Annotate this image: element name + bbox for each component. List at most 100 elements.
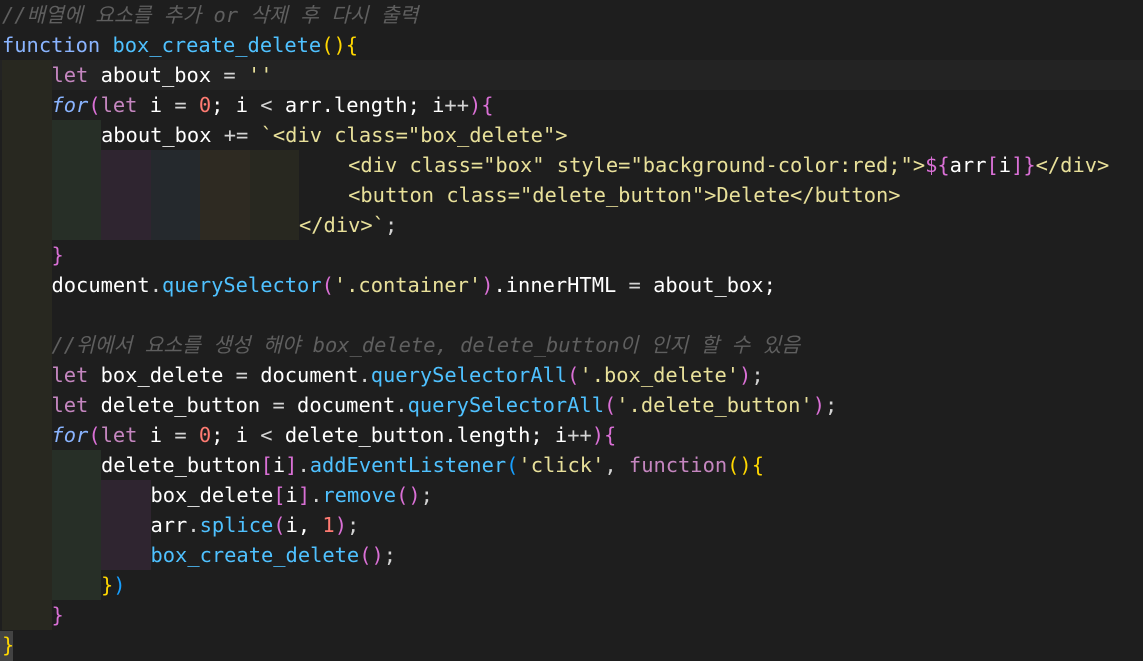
code-line[interactable]: //배열에 요소를 추가 or 삭제 후 다시 출력: [0, 0, 1143, 30]
indent-guide: [101, 510, 151, 540]
code-line[interactable]: //위에서 요소를 생성 해야 box_delete, delete_butto…: [0, 330, 1143, 360]
indent-guide: [2, 90, 52, 120]
code-token-function: splice: [199, 513, 274, 537]
code-token-function: querySelectorAll: [370, 363, 568, 387]
code-line[interactable]: </div>`;: [0, 210, 1143, 240]
code-text: box_delete[i].remove();: [151, 480, 433, 510]
code-line[interactable]: let about_box = '': [0, 60, 1143, 90]
indent-guide: [2, 210, 52, 240]
code-token-bracket-yellow: }: [101, 573, 114, 597]
code-token-bracket-purple: ): [334, 513, 347, 537]
indent-guide: [249, 180, 299, 210]
indent-guide: [2, 300, 52, 330]
code-token-control: for: [51, 93, 89, 117]
code-token-plain: ;: [383, 543, 397, 567]
code-line[interactable]: box_create_delete();: [0, 540, 1143, 570]
code-line[interactable]: <button class="delete_button">Delete</bu…: [0, 180, 1143, 210]
code-token-variable: ; i: [211, 93, 261, 117]
code-line[interactable]: about_box += `<div class="box_delete">: [0, 120, 1143, 150]
indent-guide: [2, 150, 52, 180]
code-token-bracket-purple: (: [321, 273, 334, 297]
code-text: let delete_button = document.querySelect…: [52, 390, 838, 420]
code-token-bracket-purple: (: [88, 93, 101, 117]
code-token-keyword: let: [51, 393, 89, 417]
code-line[interactable]: function box_create_delete(){: [0, 30, 1143, 60]
code-token-string: '': [247, 63, 273, 87]
code-text: }: [2, 630, 14, 660]
indent-guide: [2, 390, 52, 420]
code-token-bracket-purple: ): [468, 93, 482, 117]
code-token-variable: delete_button: [101, 453, 261, 477]
code-line[interactable]: delete_button[i].addEventListener('click…: [0, 450, 1143, 480]
code-token-variable: delete_button: [88, 393, 273, 417]
code-line[interactable]: }: [0, 240, 1143, 270]
code-token-bracket-blue: (: [506, 453, 519, 477]
indent-guide: [51, 180, 101, 210]
code-token-variable: i: [285, 483, 298, 507]
indent-guide: [150, 150, 200, 180]
indent-guide: [2, 600, 52, 630]
indent-guide: [51, 210, 101, 240]
code-token-plain: .: [310, 483, 323, 507]
code-text: let about_box = '': [52, 60, 273, 90]
code-token-keyword: function: [628, 453, 728, 477]
indent-guide: [51, 480, 101, 510]
code-token-control: function: [2, 33, 101, 57]
code-token-bracket-purple: ]: [1011, 153, 1024, 177]
code-line[interactable]: let box_delete = document.querySelectorA…: [0, 360, 1143, 390]
code-token-number: 0: [198, 93, 212, 117]
indent-guide: [2, 270, 52, 300]
code-token-variable: i: [272, 453, 286, 477]
code-token-bracket-blue: ): [113, 573, 126, 597]
indent-guide: [101, 540, 151, 570]
code-token-bracket-yellow: {: [345, 33, 359, 57]
code-token-function: box_create_delete: [112, 33, 322, 57]
code-token-control: for: [51, 423, 89, 447]
indent-guide: [2, 450, 52, 480]
code-line[interactable]: [0, 300, 1143, 330]
indent-guide: [51, 510, 101, 540]
code-token-function: box_create_delete: [150, 543, 360, 567]
code-token-plain: +=: [223, 123, 249, 147]
code-token-variable: arr.length; i: [272, 93, 445, 117]
code-line[interactable]: }: [0, 600, 1143, 630]
indent-guide: [2, 540, 52, 570]
code-token-bracket-purple: ): [591, 423, 605, 447]
code-line[interactable]: <div class="box" style="background-color…: [0, 150, 1143, 180]
code-line[interactable]: for(let i = 0; i < delete_button.length;…: [0, 420, 1143, 450]
code-token-number: 1: [322, 513, 335, 537]
indent-guide: [2, 420, 52, 450]
code-token-string: 'click': [518, 453, 605, 477]
code-line[interactable]: for(let i = 0; i < arr.length; i++){: [0, 90, 1143, 120]
code-token-plain: .: [395, 393, 408, 417]
indent-guide: [200, 150, 250, 180]
code-token-template: <button class="delete_button">Delete</bu…: [348, 183, 901, 207]
indent-guide: [150, 180, 200, 210]
code-editor[interactable]: //배열에 요소를 추가 or 삭제 후 다시 출력 function box_c…: [0, 0, 1143, 661]
code-token-template: </div>: [1035, 153, 1110, 177]
code-token-bracket-purple: (: [273, 513, 286, 537]
code-token-keyword: let: [51, 63, 89, 87]
code-token-function: remove: [322, 483, 397, 507]
code-token-string: '.container': [333, 273, 482, 297]
code-line[interactable]: box_delete[i].remove();: [0, 480, 1143, 510]
code-token-plain: .: [149, 273, 162, 297]
indent-guide: [51, 450, 101, 480]
code-token-variable: document: [51, 273, 150, 297]
code-text: for(let i = 0; i < arr.length; i++){: [52, 90, 494, 120]
code-line[interactable]: arr.splice(i, 1);: [0, 510, 1143, 540]
indent-guide: [51, 150, 101, 180]
code-token-variable: box_delete: [150, 483, 274, 507]
code-line[interactable]: }): [0, 570, 1143, 600]
code-line[interactable]: }: [0, 630, 1143, 660]
code-text: document.querySelector('.container').inn…: [52, 270, 776, 300]
indent-guide: [2, 330, 52, 360]
code-line[interactable]: let delete_button = document.querySelect…: [0, 390, 1143, 420]
indent-guide: [2, 180, 52, 210]
code-line[interactable]: document.querySelector('.container').inn…: [0, 270, 1143, 300]
